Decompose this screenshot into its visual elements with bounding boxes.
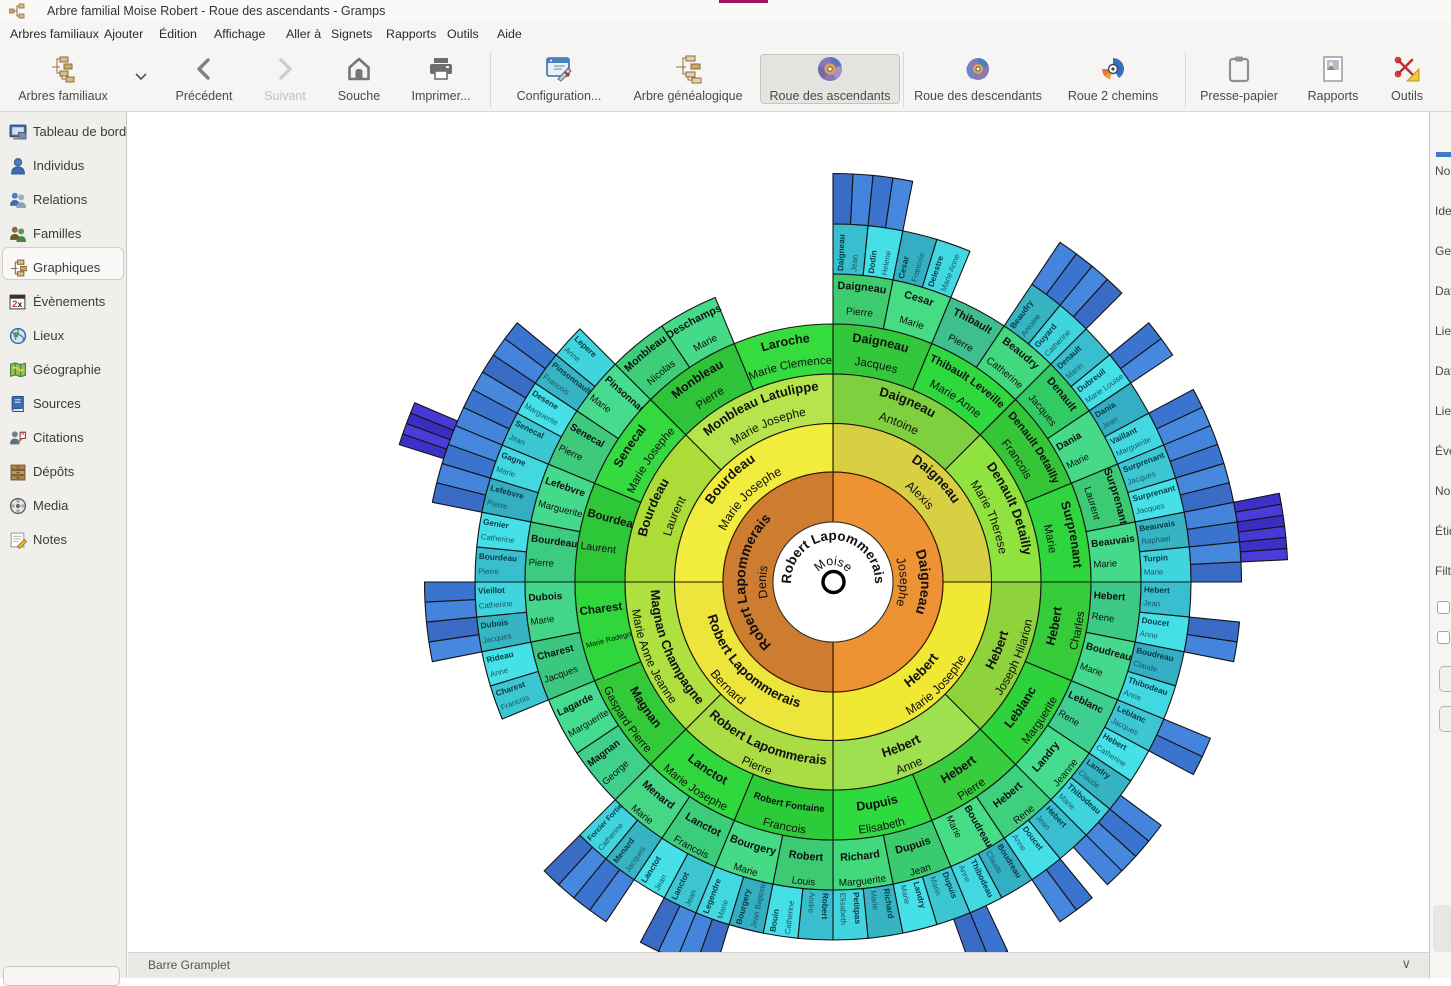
svg-text:“: “ [21,432,24,439]
svg-text:Jean: Jean [1143,598,1161,608]
svg-text:Elisabeth: Elisabeth [838,893,848,925]
svg-text:Hebert: Hebert [1093,590,1126,603]
svg-text:Marie: Marie [1144,567,1164,576]
svg-text:Turpin: Turpin [1143,553,1168,564]
svg-text:Marie: Marie [1093,558,1117,570]
svg-text:Robert: Robert [820,893,830,920]
svg-text:Hebert: Hebert [1144,585,1170,595]
svg-text:Dubois: Dubois [528,591,563,604]
svg-text:Pierre: Pierre [528,557,554,569]
svg-text:Vieillot: Vieillot [478,586,505,596]
svg-text:Daigneau: Daigneau [836,234,846,271]
svg-text:x: x [17,299,22,309]
svg-text:Andre: Andre [806,892,817,913]
svg-text:Pierre: Pierre [478,567,499,576]
svg-text:Jean: Jean [849,254,859,272]
